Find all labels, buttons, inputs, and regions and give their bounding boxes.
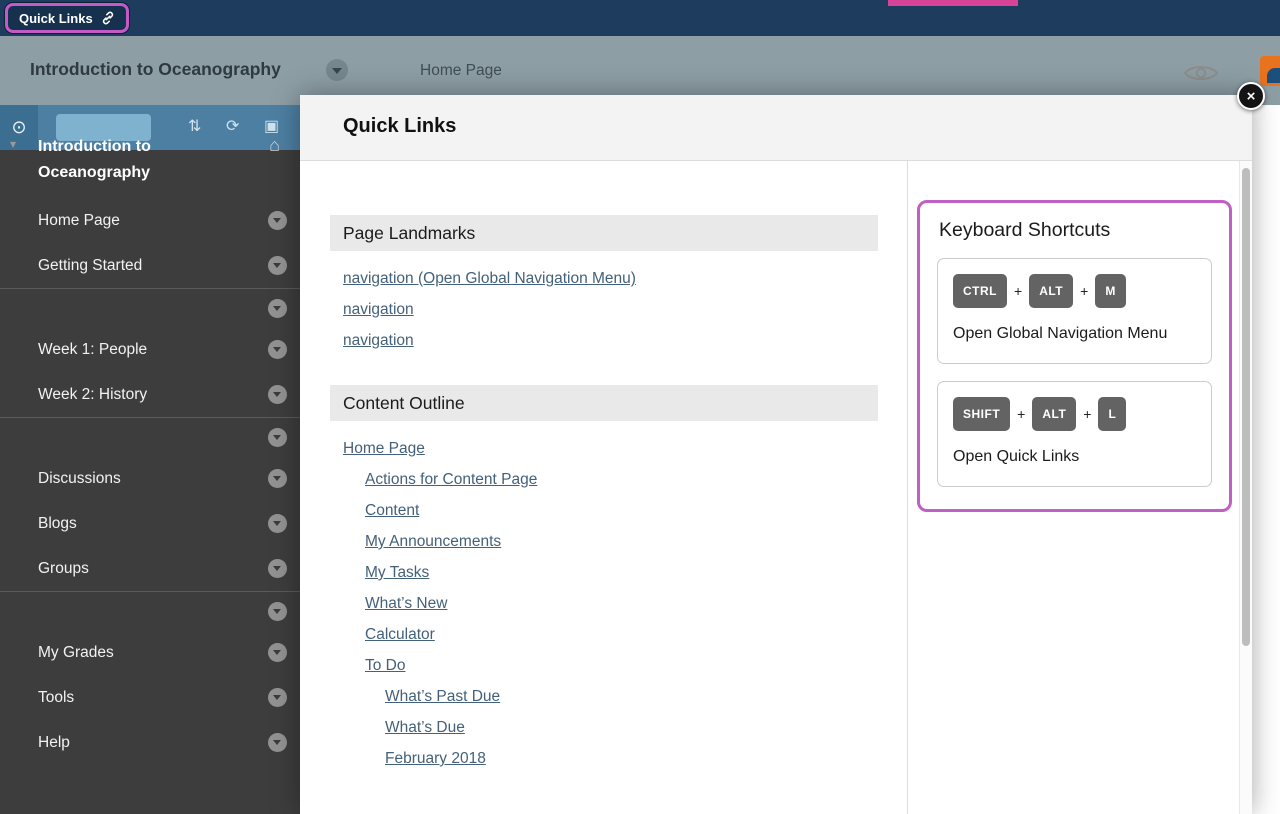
keycap: L	[1098, 397, 1126, 431]
outline-link[interactable]: My Announcements	[365, 533, 501, 551]
outline-link[interactable]: February 2018	[385, 750, 486, 768]
plus-separator: +	[1083, 406, 1091, 422]
item-menu-chevron-button[interactable]	[268, 688, 287, 707]
modal-header: Quick Links	[300, 95, 1252, 161]
landmark-link[interactable]: navigation (Open Global Navigation Menu)	[343, 270, 636, 288]
quick-links-modal: × Quick Links Page Landmarks navigation …	[300, 95, 1252, 814]
keyboard-shortcuts-panel: Keyboard Shortcuts CTRL + ALT + M Open G…	[917, 200, 1232, 512]
shortcut-card: CTRL + ALT + M Open Global Navigation Me…	[937, 258, 1212, 364]
item-menu-chevron-button[interactable]	[268, 340, 287, 359]
sidebar-item-label: Groups	[38, 560, 89, 578]
landmark-link[interactable]: navigation	[343, 301, 414, 319]
shortcut-label: Open Global Navigation Menu	[953, 321, 1196, 346]
sidebar-item-tools[interactable]: Tools	[0, 675, 300, 720]
sidebar-item-home-page[interactable]: Home Page	[0, 198, 300, 243]
shortcut-keys: SHIFT + ALT + L	[953, 397, 1196, 431]
sidebar-course-title-row[interactable]: ▾ Introduction to Oceanography ⌂	[0, 105, 300, 194]
screen: Quick Links Introduction to Oceanography…	[0, 0, 1280, 814]
course-menu: Home Page Getting Started Week 1: People…	[0, 198, 300, 765]
outline-link[interactable]: What’s Due	[385, 719, 465, 737]
highlight-strip	[888, 0, 1018, 6]
sidebar-item-getting-started[interactable]: Getting Started	[0, 243, 300, 288]
sidebar-item-label: Blogs	[38, 515, 77, 533]
sidebar-item-blogs[interactable]: Blogs	[0, 501, 300, 546]
top-bar: Quick Links	[0, 0, 1280, 36]
home-icon: ⌂	[269, 135, 280, 156]
item-menu-chevron-button[interactable]	[268, 385, 287, 404]
plus-separator: +	[1014, 283, 1022, 299]
outline-link[interactable]: To Do	[365, 657, 406, 675]
outline-link[interactable]: What’s Past Due	[385, 688, 500, 706]
sidebar-item-groups[interactable]: Groups	[0, 546, 300, 591]
sidebar-divider-row[interactable]	[0, 288, 300, 327]
quick-links-label: Quick Links	[19, 11, 93, 26]
item-menu-chevron-button[interactable]	[268, 211, 287, 230]
keycap: M	[1095, 274, 1126, 308]
item-menu-chevron-button[interactable]	[268, 428, 287, 447]
plus-separator: +	[1017, 406, 1025, 422]
course-menu-chevron-button[interactable]	[326, 59, 348, 81]
sidebar-item-week-1-people[interactable]: Week 1: People	[0, 327, 300, 372]
sidebar-item-week-2-history[interactable]: Week 2: History	[0, 372, 300, 417]
sidebar-item-label: Discussions	[38, 470, 121, 488]
sidebar-item-label: Help	[38, 734, 70, 752]
sidebar-item-label: Getting Started	[38, 257, 142, 275]
link-icon	[101, 11, 115, 25]
outline-link[interactable]: Calculator	[365, 626, 435, 644]
plus-separator: +	[1080, 283, 1088, 299]
keycap: ALT	[1032, 397, 1076, 431]
course-menu-sidebar: ⊙ ⇅ ⟳ ▣ ▾ Introduction to Oceanography ⌂…	[0, 105, 300, 814]
outline-link[interactable]: Actions for Content Page	[365, 471, 537, 489]
keycap: SHIFT	[953, 397, 1010, 431]
sidebar-item-label: Home Page	[38, 212, 120, 230]
keyboard-shortcuts-heading: Keyboard Shortcuts	[939, 219, 1212, 242]
sidebar-item-label: Tools	[38, 689, 74, 707]
sidebar-item-label: Week 2: History	[38, 386, 147, 404]
outline-link[interactable]: Home Page	[343, 440, 425, 458]
course-title: Introduction to Oceanography	[30, 59, 281, 80]
modal-scrollbar[interactable]	[1239, 161, 1252, 814]
outline-heading: Content Outline	[330, 385, 878, 421]
sidebar-item-my-grades[interactable]: My Grades	[0, 630, 300, 675]
quick-links-button[interactable]: Quick Links	[5, 3, 129, 33]
modal-title: Quick Links	[300, 95, 1252, 138]
scrollbar-thumb[interactable]	[1242, 168, 1250, 646]
keycap: ALT	[1029, 274, 1073, 308]
keycap: CTRL	[953, 274, 1007, 308]
sidebar-divider-row[interactable]	[0, 417, 300, 456]
shortcut-card: SHIFT + ALT + L Open Quick Links	[937, 381, 1212, 487]
item-menu-chevron-button[interactable]	[268, 299, 287, 318]
sidebar-item-discussions[interactable]: Discussions	[0, 456, 300, 501]
item-menu-chevron-button[interactable]	[268, 559, 287, 578]
student-preview-eye-icon[interactable]	[1183, 61, 1219, 90]
breadcrumb: Home Page	[420, 62, 502, 80]
item-menu-chevron-button[interactable]	[268, 514, 287, 533]
item-menu-chevron-button[interactable]	[268, 643, 287, 662]
sidebar-item-help[interactable]: Help	[0, 720, 300, 765]
sidebar-course-title: Introduction to Oceanography	[38, 134, 243, 186]
outline-link[interactable]: My Tasks	[365, 564, 429, 582]
item-menu-chevron-button[interactable]	[268, 469, 287, 488]
outline-link[interactable]: What’s New	[365, 595, 447, 613]
caret-down-icon: ▾	[10, 137, 16, 151]
outline-link-list: Home Page Actions for Content Page Conte…	[330, 440, 907, 768]
sidebar-divider-row[interactable]	[0, 591, 300, 630]
outline-link[interactable]: Content	[365, 502, 419, 520]
landmarks-heading: Page Landmarks	[330, 215, 878, 251]
app-logo	[1260, 56, 1280, 86]
item-menu-chevron-button[interactable]	[268, 602, 287, 621]
modal-right-column: Keyboard Shortcuts CTRL + ALT + M Open G…	[908, 161, 1239, 814]
shortcut-label: Open Quick Links	[953, 444, 1196, 469]
close-icon[interactable]: ×	[1237, 82, 1265, 110]
shortcut-keys: CTRL + ALT + M	[953, 274, 1196, 308]
sidebar-item-label: My Grades	[38, 644, 114, 662]
landmark-link[interactable]: navigation	[343, 332, 414, 350]
modal-left-column: Page Landmarks navigation (Open Global N…	[300, 161, 907, 814]
item-menu-chevron-button[interactable]	[268, 256, 287, 275]
sidebar-item-label: Week 1: People	[38, 341, 147, 359]
item-menu-chevron-button[interactable]	[268, 733, 287, 752]
landmarks-link-list: navigation (Open Global Navigation Menu)…	[330, 270, 907, 350]
